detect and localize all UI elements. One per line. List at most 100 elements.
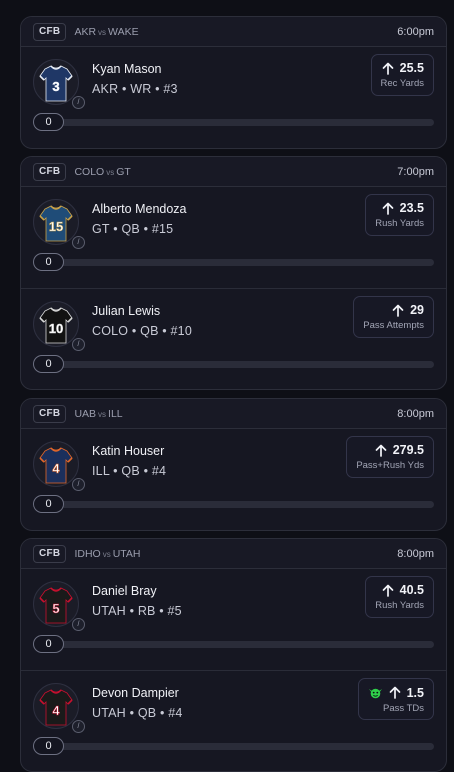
game-time: 7:00pm bbox=[397, 165, 434, 178]
matchup: IDHO vs UTAH bbox=[74, 548, 140, 560]
projection-value: 40.5 bbox=[399, 583, 424, 597]
svg-text:3: 3 bbox=[52, 79, 59, 94]
projection-value-row: 40.5 bbox=[375, 583, 424, 597]
game-card: CFB COLO vs GT 7:00pm 15 / Alberto Mendoza GT • … bbox=[20, 156, 447, 390]
progress-count: 0 bbox=[33, 355, 64, 373]
stat-type-label: Rec Yards bbox=[380, 78, 424, 89]
team-away: UAB bbox=[74, 407, 97, 420]
player-name: Katin Houser bbox=[92, 444, 165, 458]
progress-bar: 0 bbox=[33, 737, 434, 755]
svg-text:4: 4 bbox=[52, 703, 60, 718]
progress-count: 0 bbox=[33, 737, 64, 755]
player-row[interactable]: 4/Katin Houser ILL • QB • #4 279.5 Pass+Rus… bbox=[21, 429, 446, 530]
projection-value-row: 1.5 bbox=[368, 685, 424, 700]
arrow-up-icon bbox=[392, 304, 404, 317]
projection-value-row: 23.5 bbox=[375, 201, 424, 215]
projection-button[interactable]: 29 Pass Attempts bbox=[353, 296, 434, 338]
player-badge-icon: / bbox=[72, 96, 85, 109]
game-time: 8:00pm bbox=[397, 547, 434, 560]
team-home: GT bbox=[116, 165, 131, 178]
progress-track bbox=[49, 360, 434, 368]
player-name: Devon Dampier bbox=[92, 686, 179, 700]
team-home: WAKE bbox=[108, 25, 139, 38]
player-avatar[interactable]: 15 / bbox=[33, 199, 85, 249]
stat-type-label: Pass Attempts bbox=[363, 320, 424, 331]
projection-button[interactable]: 279.5 Pass+Rush Yds bbox=[346, 436, 434, 478]
progress-bar: 0 bbox=[33, 253, 434, 271]
progress-track bbox=[49, 258, 434, 266]
progress-count: 0 bbox=[33, 635, 64, 653]
team-home: UTAH bbox=[112, 547, 141, 560]
game-card: CFB UAB vs ILL 8:00pm 4/Katin Houser ILL • QB … bbox=[20, 398, 447, 531]
stat-type-label: Pass TDs bbox=[382, 703, 424, 714]
game-header: CFB COLO vs GT 7:00pm bbox=[21, 157, 446, 187]
player-row[interactable]: 4/Devon Dampier UTAH • QB • #4 1.5 Pass TDs… bbox=[21, 670, 446, 771]
player-row[interactable]: 5/Daniel Bray UTAH • RB • #5 40.5 Rush Yard… bbox=[21, 569, 446, 670]
player-name: Daniel Bray bbox=[92, 584, 157, 598]
matchup: COLO vs GT bbox=[74, 166, 130, 178]
league-badge: CFB bbox=[33, 22, 67, 41]
versus-label: vs bbox=[98, 409, 107, 419]
player-info: ILL • QB • #4 bbox=[92, 464, 167, 478]
versus-label: vs bbox=[106, 167, 115, 177]
league-badge: CFB bbox=[33, 544, 67, 563]
svg-text:4: 4 bbox=[52, 461, 60, 476]
game-card: CFB IDHO vs UTAH 8:00pm 5/Daniel Bray UTAH • R… bbox=[20, 538, 447, 772]
progress-track bbox=[49, 742, 434, 750]
game-time: 8:00pm bbox=[397, 407, 434, 420]
projection-value-row: 29 bbox=[363, 303, 424, 317]
player-badge-icon: / bbox=[72, 338, 85, 351]
game-header: CFB IDHO vs UTAH 8:00pm bbox=[21, 539, 446, 569]
progress-track bbox=[49, 118, 434, 126]
player-avatar[interactable]: 4/ bbox=[33, 683, 85, 733]
team-away: IDHO bbox=[74, 547, 101, 560]
player-info: UTAH • RB • #5 bbox=[92, 604, 182, 618]
svg-text:15: 15 bbox=[49, 219, 63, 234]
league-badge: CFB bbox=[33, 162, 67, 181]
player-badge-icon: / bbox=[72, 720, 85, 733]
matchup: UAB vs ILL bbox=[74, 408, 122, 420]
progress-bar: 0 bbox=[33, 355, 434, 373]
progress-track bbox=[49, 640, 434, 648]
projection-button[interactable]: 1.5 Pass TDs bbox=[357, 678, 434, 720]
player-avatar[interactable]: 3/ bbox=[33, 59, 85, 109]
stat-type-label: Rush Yards bbox=[375, 600, 424, 611]
player-row[interactable]: 15 / Alberto Mendoza GT • QB • #15 23.5 Rush … bbox=[21, 187, 446, 288]
projection-button[interactable]: 25.5 Rec Yards bbox=[370, 54, 434, 96]
player-row[interactable]: 10 / Julian Lewis COLO • QB • #10 29 Pass Att… bbox=[21, 288, 446, 389]
versus-label: vs bbox=[98, 27, 107, 37]
player-info: UTAH • QB • #4 bbox=[92, 706, 183, 720]
arrow-up-icon bbox=[389, 686, 400, 699]
progress-bar: 0 bbox=[33, 635, 434, 653]
progress-track bbox=[49, 500, 434, 508]
arrow-up-icon bbox=[382, 202, 394, 215]
progress-bar: 0 bbox=[33, 113, 434, 131]
player-avatar[interactable]: 5/ bbox=[33, 581, 85, 631]
player-row[interactable]: 3/Kyan Mason AKR • WR • #3 25.5 Rec Yards 0 bbox=[21, 47, 446, 148]
player-info: GT • QB • #15 bbox=[92, 222, 174, 236]
projection-value: 1.5 bbox=[406, 685, 424, 700]
arrow-up-icon bbox=[375, 444, 387, 457]
player-name: Julian Lewis bbox=[92, 304, 161, 318]
projection-button[interactable]: 40.5 Rush Yards bbox=[365, 576, 434, 618]
projection-value: 279.5 bbox=[392, 443, 424, 457]
player-badge-icon: / bbox=[72, 236, 85, 249]
team-away: AKR bbox=[74, 25, 97, 38]
matchup: AKR vs WAKE bbox=[74, 26, 138, 38]
projection-value: 29 bbox=[410, 303, 424, 317]
league-badge: CFB bbox=[33, 404, 67, 423]
projection-button[interactable]: 23.5 Rush Yards bbox=[365, 194, 434, 236]
projection-value-row: 25.5 bbox=[381, 61, 424, 75]
player-avatar[interactable]: 4/ bbox=[33, 441, 85, 491]
goblin-icon bbox=[368, 688, 382, 699]
progress-count: 0 bbox=[33, 113, 64, 131]
player-avatar[interactable]: 10 / bbox=[33, 301, 85, 351]
player-name: Alberto Mendoza bbox=[92, 202, 187, 216]
progress-count: 0 bbox=[33, 495, 64, 513]
stat-type-label: Pass+Rush Yds bbox=[356, 460, 424, 471]
versus-label: vs bbox=[102, 549, 111, 559]
game-header: CFB AKR vs WAKE 6:00pm bbox=[21, 17, 446, 47]
svg-text:10: 10 bbox=[49, 321, 63, 336]
player-badge-icon: / bbox=[72, 478, 85, 491]
player-info: COLO • QB • #10 bbox=[92, 324, 192, 338]
